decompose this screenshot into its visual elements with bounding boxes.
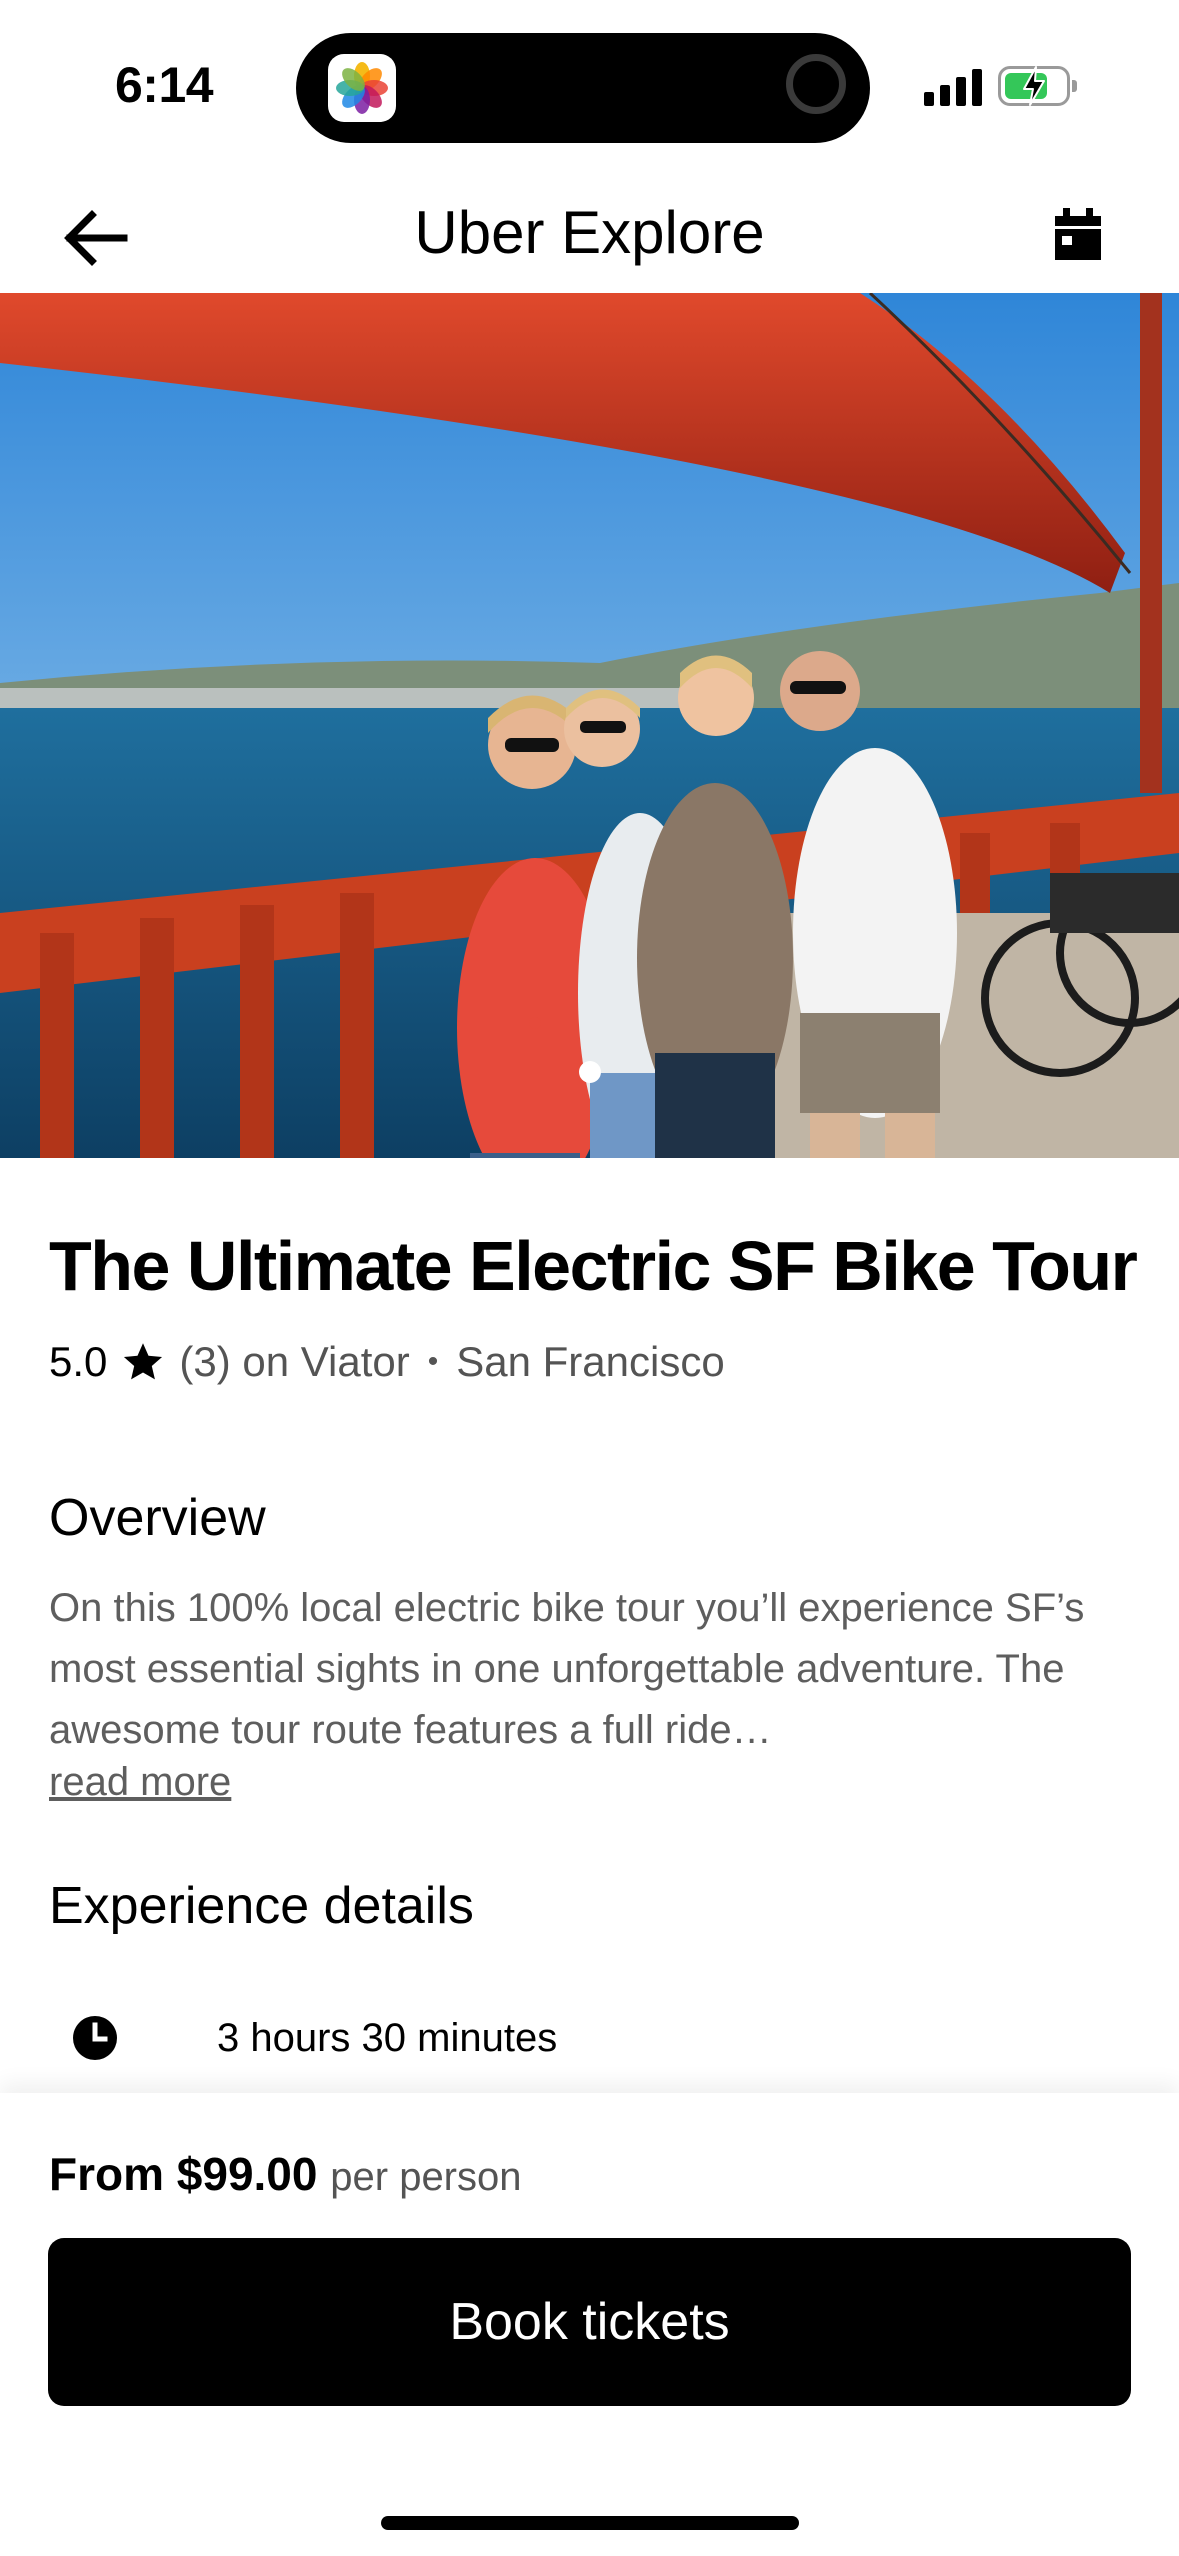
- nav-bar: Uber Explore: [0, 170, 1179, 294]
- price-prefix: From: [49, 2148, 164, 2200]
- carousel-indicator[interactable]: [0, 1061, 1179, 1085]
- meta-separator: •: [427, 1345, 439, 1378]
- activity-ring-icon: [786, 54, 846, 114]
- battery-charging-icon: [998, 66, 1077, 106]
- duration-row: 3 hours 30 minutes: [49, 1998, 557, 2078]
- price-amount: $99.00: [176, 2148, 318, 2200]
- photos-app-icon[interactable]: [328, 54, 396, 122]
- experience-details-heading: Experience details: [49, 1877, 474, 1935]
- review-count[interactable]: (3) on Viator: [179, 1338, 409, 1386]
- clock-icon: [73, 2016, 117, 2060]
- cellular-signal-icon: [924, 66, 984, 106]
- duration-text: 3 hours 30 minutes: [217, 2015, 558, 2060]
- carousel-dot-active[interactable]: [578, 1061, 601, 1083]
- dynamic-island[interactable]: [296, 33, 870, 143]
- booking-sheet: From $99.00 per person Book tickets: [0, 2093, 1179, 2556]
- rating-value: 5.0: [49, 1338, 108, 1385]
- star-icon: [124, 1343, 163, 1380]
- price-unit: per person: [330, 2155, 522, 2199]
- calendar-icon: [1055, 208, 1101, 260]
- location-label: San Francisco: [456, 1338, 725, 1385]
- price-label: From $99.00 per person: [49, 2147, 522, 2201]
- read-more-link[interactable]: read more: [49, 1760, 231, 1805]
- experience-title: The Ultimate Electric SF Bike Tour: [49, 1227, 1138, 1305]
- home-indicator[interactable]: [381, 2516, 799, 2530]
- bridge-photo: [0, 293, 1179, 1158]
- overview-heading: Overview: [49, 1489, 266, 1547]
- status-bar: 6:14: [0, 0, 1179, 170]
- rating-row[interactable]: 5.0 (3) on Viator • San Francisco: [49, 1338, 725, 1386]
- calendar-button[interactable]: [1045, 202, 1111, 268]
- book-tickets-button[interactable]: Book tickets: [48, 2238, 1131, 2406]
- page-title: Uber Explore: [414, 199, 765, 266]
- hero-image[interactable]: [0, 293, 1179, 1158]
- overview-text: On this 100% local electric bike tour yo…: [49, 1586, 1085, 1752]
- status-time: 6:14: [115, 57, 214, 113]
